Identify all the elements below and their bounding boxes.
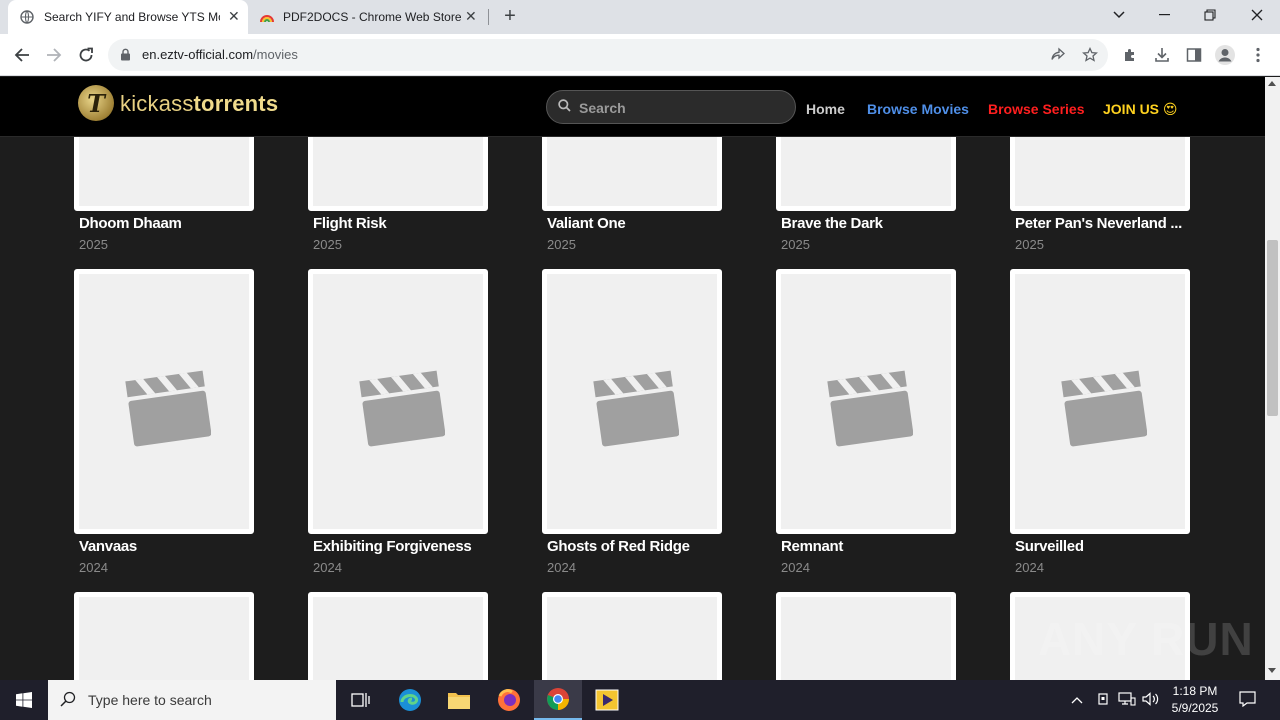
- search-icon: [60, 691, 76, 712]
- search-placeholder: Search: [579, 100, 626, 116]
- tab-title: PDF2DOCS - Chrome Web Store: [283, 10, 462, 24]
- movie-year: 2025: [781, 237, 810, 252]
- share-icon[interactable]: [1047, 44, 1069, 66]
- movie-year: 2024: [547, 560, 576, 575]
- restore-icon[interactable]: [1187, 0, 1233, 30]
- network-icon[interactable]: [1118, 692, 1136, 709]
- site-header: T kickasstorrents Search Home Browse Mov…: [0, 77, 1265, 137]
- address-bar[interactable]: en.eztv-official.com/movies: [108, 39, 1108, 71]
- nav-browse-series[interactable]: Browse Series: [988, 101, 1085, 117]
- chrome-icon[interactable]: [534, 680, 582, 720]
- tab-pdf2docs[interactable]: PDF2DOCS - Chrome Web Store ✕: [248, 0, 488, 34]
- clapperboard-icon: [1061, 370, 1147, 447]
- movie-title[interactable]: Peter Pan's Neverland ...: [1015, 215, 1183, 232]
- system-tray-device-icon[interactable]: [1096, 692, 1110, 709]
- lock-icon: [120, 48, 131, 66]
- search-icon: [558, 99, 571, 115]
- movie-title[interactable]: Brave the Dark: [781, 215, 971, 232]
- movie-year: 2024: [313, 560, 342, 575]
- movie-year: 2025: [1015, 237, 1044, 252]
- movie-poster[interactable]: [308, 269, 488, 534]
- scroll-down-arrow-icon[interactable]: [1268, 668, 1276, 673]
- notifications-icon[interactable]: [1239, 691, 1256, 710]
- task-view-icon[interactable]: [336, 680, 384, 720]
- movie-title[interactable]: Surveilled: [1015, 538, 1205, 555]
- windows-start-icon[interactable]: [0, 680, 48, 720]
- globe-icon: [20, 10, 34, 24]
- clock-date: 5/9/2025: [1171, 701, 1219, 715]
- tab-search-icon[interactable]: [1096, 0, 1142, 30]
- tab-yify[interactable]: Search YIFY and Browse YTS Mo ✕: [8, 0, 248, 34]
- movie-year: 2024: [1015, 560, 1044, 575]
- nav-browse-movies[interactable]: Browse Movies: [867, 101, 969, 117]
- movie-title[interactable]: Flight Risk: [313, 215, 503, 232]
- close-icon[interactable]: ✕: [228, 8, 240, 25]
- taskbar-search-placeholder: Type here to search: [88, 692, 212, 708]
- forward-icon[interactable]: [41, 42, 67, 68]
- taskbar-search-input[interactable]: Type here to search: [48, 680, 336, 720]
- clapperboard-icon: [593, 370, 679, 447]
- movie-title[interactable]: Vanvaas: [79, 538, 269, 555]
- anyrun-watermark: ANY RUN: [1038, 613, 1254, 665]
- firefox-icon[interactable]: [485, 680, 533, 720]
- side-panel-icon[interactable]: [1183, 44, 1205, 66]
- movie-title[interactable]: Exhibiting Forgiveness: [313, 538, 503, 555]
- movie-year: 2024: [781, 560, 810, 575]
- nav-join-us[interactable]: JOIN US 😍: [1103, 101, 1178, 118]
- close-icon[interactable]: ✕: [465, 8, 477, 25]
- bookmark-star-icon[interactable]: [1079, 44, 1101, 66]
- scrollbar-thumb[interactable]: [1267, 240, 1278, 416]
- minimize-icon[interactable]: [1141, 0, 1187, 30]
- profile-avatar-icon[interactable]: [1214, 44, 1236, 66]
- volume-icon[interactable]: [1142, 692, 1160, 709]
- tab-title: Search YIFY and Browse YTS Mo: [44, 10, 220, 24]
- browser-toolbar: en.eztv-official.com/movies: [0, 34, 1280, 76]
- download-icon[interactable]: [1151, 44, 1173, 66]
- show-hidden-icons-icon[interactable]: [1071, 692, 1083, 707]
- media-player-icon[interactable]: [583, 680, 631, 720]
- movie-year: 2024: [79, 560, 108, 575]
- movie-poster[interactable]: [1010, 269, 1190, 534]
- reload-icon[interactable]: [73, 42, 99, 68]
- movie-poster[interactable]: [776, 269, 956, 534]
- clapperboard-icon: [827, 370, 913, 447]
- back-icon[interactable]: [9, 42, 35, 68]
- scroll-up-arrow-icon[interactable]: [1268, 81, 1276, 86]
- clapperboard-icon: [125, 370, 211, 447]
- search-input[interactable]: Search: [546, 90, 796, 124]
- menu-kebab-icon[interactable]: [1247, 44, 1269, 66]
- movie-year: 2025: [79, 237, 108, 252]
- taskbar-clock[interactable]: 1:18 PM 5/9/2025: [1160, 683, 1230, 717]
- nav-home[interactable]: Home: [806, 101, 845, 117]
- movie-title[interactable]: Dhoom Dhaam: [79, 215, 269, 232]
- tab-separator: [488, 9, 489, 25]
- site-logo[interactable]: kickasstorrents: [120, 91, 278, 117]
- movie-year: 2025: [547, 237, 576, 252]
- movie-title[interactable]: Valiant One: [547, 215, 737, 232]
- movie-title[interactable]: Ghosts of Red Ridge: [547, 538, 737, 555]
- logo-icon[interactable]: T: [78, 85, 114, 121]
- close-window-icon[interactable]: [1234, 0, 1280, 30]
- rainbow-icon: [260, 11, 274, 23]
- new-tab-icon[interactable]: +: [499, 6, 521, 28]
- movie-title[interactable]: Remnant: [781, 538, 971, 555]
- clock-time: 1:18 PM: [1172, 684, 1218, 698]
- file-explorer-icon[interactable]: [435, 680, 483, 720]
- clapperboard-icon: [359, 370, 445, 447]
- movie-poster[interactable]: [542, 269, 722, 534]
- movie-poster[interactable]: [74, 269, 254, 534]
- edge-browser-icon[interactable]: [386, 680, 434, 720]
- extensions-icon[interactable]: [1119, 44, 1141, 66]
- movie-year: 2025: [313, 237, 342, 252]
- url-text: en.eztv-official.com/movies: [142, 47, 298, 62]
- windows-taskbar: Type here to search 1:18 PM 5/9/2025: [0, 680, 1280, 720]
- browser-tab-strip: Search YIFY and Browse YTS Mo ✕ PDF2DOCS…: [0, 0, 1280, 34]
